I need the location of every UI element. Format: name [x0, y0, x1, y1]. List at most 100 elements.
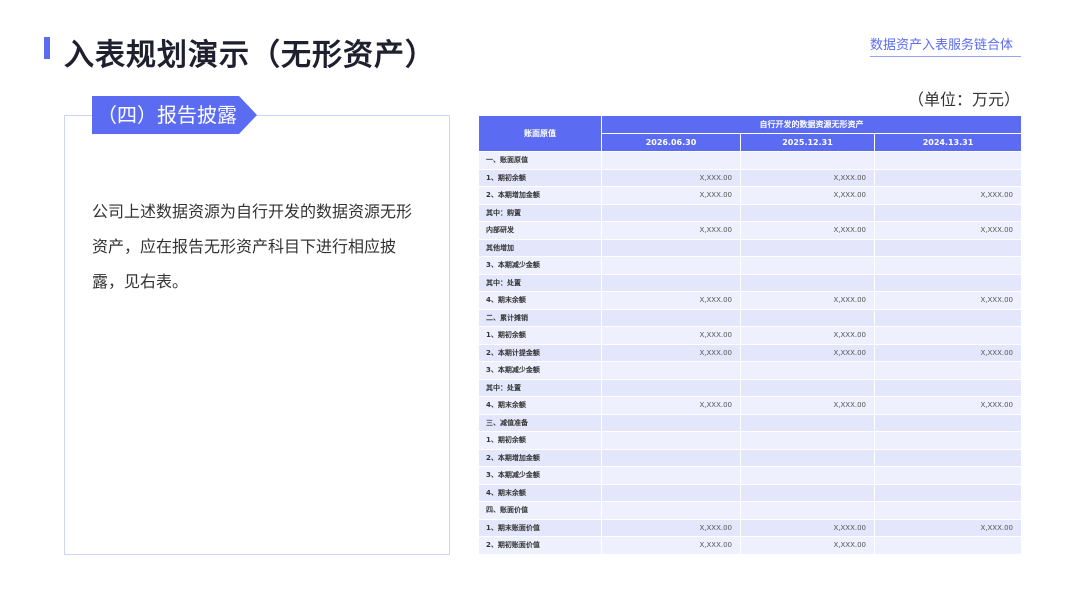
- row-label: 2、本期增加金额: [478, 186, 602, 205]
- row-value-cell: X,XXX.00: [601, 291, 741, 310]
- row-value-cell: [874, 448, 1022, 467]
- row-value-cell: [874, 168, 1022, 187]
- row-label: 其中：购置: [478, 203, 602, 222]
- brand-label: 数据资产入表服务链合体: [870, 38, 1014, 53]
- row-label: 4、期末余额: [478, 396, 602, 415]
- row-value-cell: X,XXX.00: [740, 291, 875, 310]
- row-value-cell: X,XXX.00: [740, 536, 875, 555]
- table-row: 2、本期增加金额 X,XXX.00 X,XXX.00 X,XXX.00: [478, 186, 1022, 205]
- row-value-cell: [874, 273, 1022, 292]
- row-value-cell: [874, 483, 1022, 502]
- row-value-cell: [601, 448, 741, 467]
- row-value-cell: [874, 203, 1022, 222]
- row-value-cell: [874, 501, 1022, 520]
- row-value-cell: [601, 378, 741, 397]
- row-value-cell: X,XXX.00: [740, 343, 875, 362]
- row-label: 其他增加: [478, 238, 602, 257]
- disclosure-table: 账面原值 自行开发的数据资源无形资产 2026.06.30 2025.12.31…: [478, 115, 1022, 555]
- table-row: 二、累计摊销: [478, 308, 1022, 327]
- table-row: 3、本期减少金额: [478, 466, 1022, 485]
- table-row: 1、期初余额 X,XXX.00 X,XXX.00: [478, 326, 1022, 345]
- row-label: 1、期初余额: [478, 168, 602, 187]
- row-value-cell: [740, 203, 875, 222]
- row-value-cell: X,XXX.00: [740, 518, 875, 537]
- table-row: 其中：处置: [478, 378, 1022, 397]
- row-label: 内部研发: [478, 221, 602, 240]
- table-row: 四、账面价值: [478, 501, 1022, 520]
- row-value-cell: X,XXX.00: [601, 536, 741, 555]
- row-label: 二、累计摊销: [478, 308, 602, 327]
- row-value-cell: [874, 466, 1022, 485]
- brand-underline: [870, 56, 1021, 57]
- row-label: 2、期初账面价值: [478, 536, 602, 555]
- row-value-cell: [874, 326, 1022, 345]
- row-value-cell: X,XXX.00: [601, 518, 741, 537]
- page-title: 入表规划演示（无形资产）: [64, 38, 436, 73]
- table-row: 1、期末账面价值 X,XXX.00 X,XXX.00 X,XXX.00: [478, 518, 1022, 537]
- row-label: 一、账面原值: [478, 151, 602, 170]
- row-value-cell: X,XXX.00: [740, 326, 875, 345]
- row-value-cell: X,XXX.00: [874, 221, 1022, 240]
- table-row: 1、期初余额 X,XXX.00 X,XXX.00: [478, 168, 1022, 187]
- row-value-cell: [601, 273, 741, 292]
- row-value-cell: [874, 238, 1022, 257]
- unit-label: （单位：万元）: [907, 90, 1020, 109]
- row-label: 2、本期计提金额: [478, 343, 602, 362]
- row-value-cell: [601, 501, 741, 520]
- row-value-cell: [601, 431, 741, 450]
- row-label: 4、期末余额: [478, 483, 602, 502]
- table-row: 其中：购置: [478, 203, 1022, 222]
- row-label: 三、减值准备: [478, 413, 602, 432]
- table-row: 其中：处置: [478, 273, 1022, 292]
- row-value-cell: X,XXX.00: [740, 396, 875, 415]
- row-value-cell: X,XXX.00: [601, 396, 741, 415]
- row-value-cell: [601, 203, 741, 222]
- row-value-cell: [874, 536, 1022, 555]
- table-row: 3、本期减少金额: [478, 361, 1022, 380]
- table-row: 2、期初账面价值 X,XXX.00 X,XXX.00: [478, 536, 1022, 555]
- row-value-cell: [601, 413, 741, 432]
- column-header-date: 2025.12.31: [740, 133, 875, 152]
- section-badge: （四）报告披露: [92, 96, 257, 134]
- row-value-cell: [601, 361, 741, 380]
- row-value-cell: [740, 151, 875, 170]
- row-value-cell: [740, 466, 875, 485]
- row-value-cell: [740, 501, 875, 520]
- row-label: 3、本期减少金额: [478, 256, 602, 275]
- row-value-cell: [874, 361, 1022, 380]
- row-value-cell: [601, 256, 741, 275]
- row-label: 1、期初余额: [478, 326, 602, 345]
- row-value-cell: [740, 238, 875, 257]
- section-badge-label: （四）报告披露: [97, 103, 237, 127]
- row-value-cell: [740, 273, 875, 292]
- row-label: 2、本期增加金额: [478, 448, 602, 467]
- row-value-cell: [740, 361, 875, 380]
- row-value-cell: X,XXX.00: [601, 326, 741, 345]
- table-row: 1、期初余额: [478, 431, 1022, 450]
- row-label: 四、账面价值: [478, 501, 602, 520]
- row-value-cell: [601, 308, 741, 327]
- row-value-cell: X,XXX.00: [874, 291, 1022, 310]
- row-value-cell: [740, 448, 875, 467]
- column-header-date: 2024.13.31: [874, 133, 1022, 152]
- row-value-cell: X,XXX.00: [601, 221, 741, 240]
- row-label: 1、期末账面价值: [478, 518, 602, 537]
- row-value-cell: [874, 256, 1022, 275]
- row-value-cell: [740, 413, 875, 432]
- row-value-cell: X,XXX.00: [874, 518, 1022, 537]
- row-value-cell: [874, 431, 1022, 450]
- description-text: 公司上述数据资源为自行开发的数据资源无形资产，应在报告无形资产科目下进行相应披露…: [92, 202, 413, 291]
- row-value-cell: [601, 238, 741, 257]
- row-value-cell: X,XXX.00: [874, 186, 1022, 205]
- title-accent-bar: [44, 37, 50, 59]
- row-label: 其中：处置: [478, 273, 602, 292]
- table-row: 3、本期减少金额: [478, 256, 1022, 275]
- row-label: 3、本期减少金额: [478, 466, 602, 485]
- table-row: 内部研发 X,XXX.00 X,XXX.00 X,XXX.00: [478, 221, 1022, 240]
- row-value-cell: [874, 413, 1022, 432]
- table-row: 4、期末余额 X,XXX.00 X,XXX.00 X,XXX.00: [478, 396, 1022, 415]
- row-value-cell: [740, 483, 875, 502]
- table-row: 其他增加: [478, 238, 1022, 257]
- row-value-cell: X,XXX.00: [740, 221, 875, 240]
- table-row: 4、期末余额: [478, 483, 1022, 502]
